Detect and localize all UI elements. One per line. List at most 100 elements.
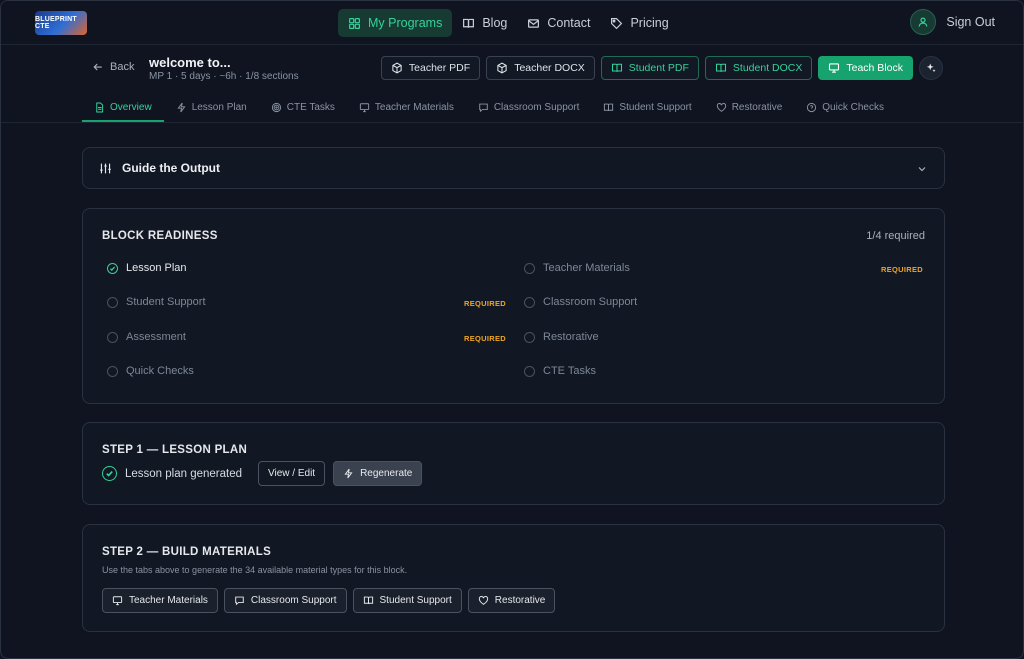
back-label: Back	[110, 61, 135, 73]
teacher-pdf-button[interactable]: Teacher PDF	[380, 56, 481, 80]
target-icon	[271, 102, 281, 113]
button-label: Teach Block	[846, 62, 903, 74]
nav-pricing[interactable]: Pricing	[600, 9, 678, 37]
nav-my-programs[interactable]: My Programs	[338, 9, 453, 37]
readiness-label: Lesson Plan	[126, 262, 187, 274]
user-icon	[919, 17, 928, 27]
step1-heading: STEP 1 — LESSON PLAN	[102, 444, 248, 456]
check-circle-icon	[102, 466, 117, 481]
lightning-icon	[344, 468, 353, 479]
readiness-item-assessment: Assessment	[107, 331, 186, 343]
readiness-label: Restorative	[543, 331, 599, 343]
sparkles-icon	[926, 63, 936, 73]
step2-description: Use the tabs above to generate the 34 av…	[102, 565, 408, 575]
grid-icon	[349, 17, 360, 29]
tab-label: Teacher Materials	[374, 102, 454, 113]
message-icon	[235, 596, 244, 606]
page-title: welcome to...	[149, 55, 231, 70]
tab-quick-checks[interactable]: Quick Checks	[794, 95, 896, 122]
view-edit-button[interactable]: View / Edit	[258, 461, 326, 486]
classroom-support-button[interactable]: Classroom Support	[223, 588, 347, 613]
book-open-icon	[604, 103, 614, 112]
readiness-label: Teacher Materials	[543, 262, 630, 274]
button-label: Teacher PDF	[408, 62, 471, 74]
tab-cte-tasks[interactable]: CTE Tasks	[259, 95, 347, 122]
readiness-item-teacher-materials: Teacher Materials	[524, 262, 630, 274]
material-buttons: Teacher Materials Classroom Support Stud…	[102, 588, 556, 613]
required-count: 1/4 required	[866, 230, 925, 242]
readiness-label: Classroom Support	[543, 296, 638, 308]
message-icon	[479, 103, 488, 113]
circle-icon	[524, 296, 535, 308]
teach-block-button[interactable]: Teach Block	[818, 56, 913, 80]
readiness-label: Student Support	[126, 296, 206, 308]
button-label: View / Edit	[268, 468, 316, 479]
page-subtitle: MP 1 · 5 days · ~6h · 1/8 sections	[149, 71, 299, 82]
nav-contact[interactable]: Contact	[517, 9, 600, 37]
student-pdf-button[interactable]: Student PDF	[600, 56, 699, 80]
required-badge: REQUIRED	[881, 265, 923, 274]
circle-icon	[107, 296, 118, 308]
book-open-icon	[363, 596, 373, 605]
lesson-plan-status: Lesson plan generated	[125, 467, 243, 480]
readiness-item-restorative: Restorative	[524, 331, 599, 343]
required-badge: REQUIRED	[464, 334, 506, 343]
circle-icon	[524, 365, 535, 377]
sign-out-button[interactable]: Sign Out	[946, 15, 995, 29]
readiness-label: Quick Checks	[126, 365, 194, 377]
tab-label: Quick Checks	[822, 102, 884, 113]
circle-icon	[524, 331, 535, 343]
nav-label: Pricing	[630, 16, 669, 30]
button-label: Classroom Support	[250, 595, 337, 606]
user-area: Sign Out	[910, 9, 995, 35]
tab-label: Lesson Plan	[191, 102, 247, 113]
app-window: BLUEPRINT CTE My Programs Blog Contact P…	[0, 0, 1024, 659]
step2-heading: STEP 2 — BUILD MATERIALS	[102, 546, 272, 558]
help-circle-icon	[807, 102, 817, 113]
tab-label: Student Support	[619, 102, 692, 113]
teacher-docx-button[interactable]: Teacher DOCX	[486, 56, 595, 80]
tab-lesson-plan[interactable]: Lesson Plan	[164, 95, 259, 122]
nav-label: Blog	[482, 16, 508, 30]
avatar[interactable]	[910, 9, 937, 35]
nav-blog[interactable]: Blog	[452, 9, 517, 37]
sliders-icon	[100, 163, 111, 173]
ai-assist-button[interactable]	[919, 56, 943, 80]
mail-icon	[528, 18, 540, 28]
brand-logo[interactable]: BLUEPRINT CTE	[35, 11, 87, 35]
tab-teacher-materials[interactable]: Teacher Materials	[347, 95, 466, 122]
student-docx-button[interactable]: Student DOCX	[704, 56, 813, 80]
file-text-icon	[96, 102, 104, 113]
cube-icon	[392, 62, 402, 74]
heart-icon	[716, 103, 726, 112]
readiness-label: Assessment	[126, 331, 186, 343]
lightning-icon	[177, 102, 186, 113]
button-label: Student DOCX	[732, 62, 803, 74]
readiness-label: CTE Tasks	[543, 365, 596, 377]
step2-panel: STEP 2 — BUILD MATERIALS Use the tabs ab…	[82, 524, 945, 632]
guide-output-panel[interactable]: Guide the Output	[82, 147, 945, 189]
monitor-icon	[359, 103, 370, 113]
readiness-item-student-support: Student Support	[107, 296, 206, 308]
student-support-button[interactable]: Student Support	[352, 588, 462, 613]
teacher-materials-button[interactable]: Teacher Materials	[102, 588, 218, 613]
chevron-down-icon[interactable]	[916, 163, 928, 175]
tab-overview[interactable]: Overview	[82, 95, 164, 122]
tab-label: CTE Tasks	[286, 102, 335, 113]
tab-label: Restorative	[731, 102, 783, 113]
tab-restorative[interactable]: Restorative	[704, 95, 795, 122]
check-circle-icon	[107, 262, 118, 274]
guide-title: Guide the Output	[122, 161, 220, 175]
tab-student-support[interactable]: Student Support	[591, 95, 703, 122]
required-badge: REQUIRED	[464, 299, 506, 308]
presentation-icon	[829, 63, 840, 73]
readiness-item-quick-checks: Quick Checks	[107, 365, 194, 377]
back-button[interactable]: Back	[92, 61, 134, 73]
regenerate-button[interactable]: Regenerate	[333, 461, 423, 486]
tab-classroom-support[interactable]: Classroom Support	[466, 95, 592, 122]
nav-label: Contact	[547, 16, 591, 30]
restorative-button[interactable]: Restorative	[467, 588, 556, 613]
section-tabs: Overview Lesson Plan CTE Tasks Teacher M…	[82, 95, 896, 122]
book-icon	[463, 18, 475, 28]
cube-icon	[497, 62, 507, 74]
